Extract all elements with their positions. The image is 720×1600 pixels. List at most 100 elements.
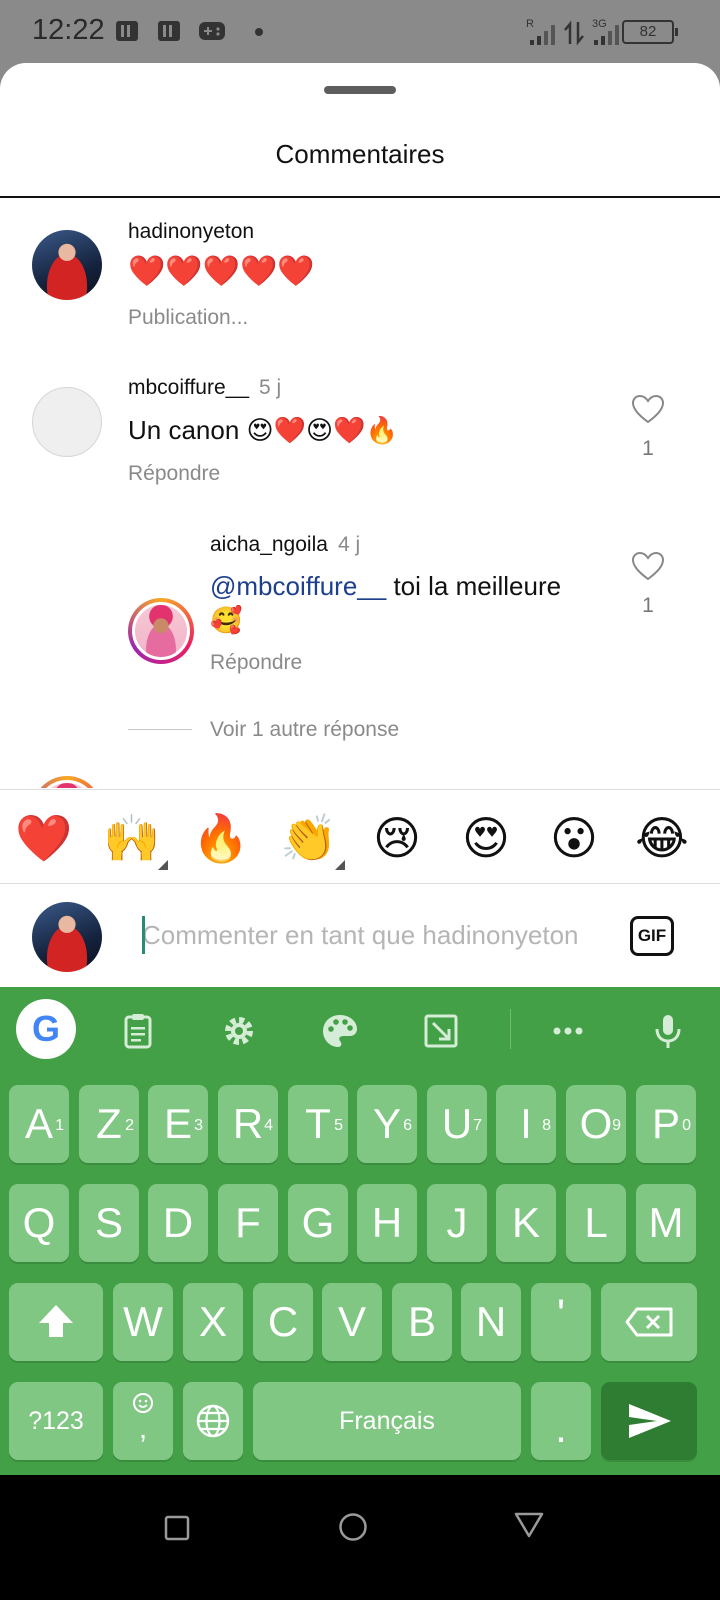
status-bar: 12:22 R 3G 82 [0,0,720,64]
palette-icon[interactable] [320,1011,360,1051]
avatar[interactable] [32,230,102,300]
send-key[interactable] [601,1382,697,1460]
key-y[interactable]: Y6 [357,1085,417,1163]
key-k[interactable]: K [496,1184,556,1262]
data-transfer-icon [564,20,584,46]
key-t[interactable]: T5 [288,1085,348,1163]
gamepad-icon [199,22,225,40]
reply-button[interactable]: Répondre [128,462,220,486]
keyboard: G A1 Z2 E3 R4 T5 Y6 U7 I8 O9 P0 Q S D F … [0,987,720,1475]
drag-handle[interactable] [324,86,396,94]
reply-text: @mbcoiffure__ toi la meilleure [210,571,562,601]
key-apostrophe[interactable]: ' [531,1283,591,1361]
emoji-heart[interactable]: ❤️ [14,810,74,866]
comment-text: ❤️❤️❤️❤️❤️ [128,255,315,288]
text-cursor [142,916,145,954]
square-icon[interactable] [164,1515,190,1541]
comment-composer: GIF [0,884,720,987]
mic-icon[interactable] [648,1011,688,1051]
story-avatar[interactable] [32,776,102,788]
google-icon[interactable]: G [16,999,76,1059]
comment-input[interactable] [142,914,612,956]
emoji-laughing[interactable]: 😂 [632,810,692,866]
key-q[interactable]: Q [9,1184,69,1262]
notification-dot [255,28,263,36]
signal-icon [594,25,619,45]
key-x[interactable]: X [183,1283,243,1361]
reply-username[interactable]: aicha_ngoila 4 j [210,533,360,557]
emoji-fire[interactable]: 🔥 [191,810,251,866]
emoji-raised-hands[interactable]: 🙌 [102,810,168,870]
heart-icon [631,394,665,424]
key-h[interactable]: H [357,1184,417,1262]
shift-key[interactable] [9,1283,103,1361]
send-icon [629,1404,671,1438]
key-g[interactable]: G [288,1184,348,1262]
key-r[interactable]: R4 [218,1085,278,1163]
emoji-comma-key[interactable]: , [113,1382,173,1460]
comment-time: 5 j [259,376,282,399]
view-more-replies[interactable]: Voir 1 autre réponse [210,718,399,742]
key-i[interactable]: I8 [496,1085,556,1163]
settings-icon[interactable] [219,1011,259,1051]
emoji-clap[interactable]: 👏 [279,810,345,870]
globe-icon [196,1404,230,1438]
key-o[interactable]: O9 [566,1085,626,1163]
sheet-title: Commentaires [275,139,445,169]
clipboard-icon[interactable] [118,1011,158,1051]
gif-button[interactable]: GIF [630,916,674,956]
reply-text-emoji: 🥰 [210,605,243,635]
key-p[interactable]: P0 [636,1085,696,1163]
comment-username[interactable]: mbcoiffure__ 5 j [128,376,281,400]
emoji-heart-eyes[interactable]: 😍 [456,810,516,866]
key-j[interactable]: J [427,1184,487,1262]
like-button[interactable]: 1 [626,394,670,461]
key-f[interactable]: F [218,1184,278,1262]
shift-icon [39,1305,73,1337]
comments-list[interactable]: hadinonyeton ❤️❤️❤️❤️❤️ Publication... m… [0,198,720,788]
emoji-surprised[interactable]: 😮 [544,810,604,866]
key-a[interactable]: A1 [9,1085,69,1163]
backspace-icon [625,1307,673,1337]
key-l[interactable]: L [566,1184,626,1262]
comment-username[interactable]: hadinonyeton [128,220,254,244]
key-w[interactable]: W [113,1283,173,1361]
space-key[interactable]: Français [253,1382,521,1460]
key-c[interactable]: C [253,1283,313,1361]
avatar[interactable] [32,387,102,457]
resize-icon[interactable] [421,1011,461,1051]
key-b[interactable]: B [392,1283,452,1361]
mention-link: @mbcoiffure__ [210,571,387,601]
more-icon[interactable] [548,1011,588,1051]
battery-level: 82 [639,23,657,40]
emoji-crying[interactable]: 😢 [367,810,427,866]
key-e[interactable]: E3 [148,1085,208,1163]
divider [128,729,192,730]
circle-icon[interactable] [338,1512,368,1542]
period-key[interactable]: . [531,1382,591,1460]
key-d[interactable]: D [148,1184,208,1262]
app-notification-icon [158,21,180,41]
divider [510,1009,511,1049]
reply-button[interactable]: Répondre [210,651,302,675]
heart-icon [631,551,665,581]
backspace-key[interactable] [601,1283,697,1361]
reply-time: 4 j [337,533,361,556]
navigation-bar [0,1475,720,1600]
battery-icon: 82 [622,20,678,44]
svg-text:G: G [32,1008,60,1049]
numbers-key[interactable]: ?123 [9,1382,103,1460]
comment-status: Publication... [128,306,249,329]
triangle-icon[interactable] [513,1510,545,1540]
language-key[interactable] [183,1382,243,1460]
key-u[interactable]: U7 [427,1085,487,1163]
key-n[interactable]: N [461,1283,521,1361]
like-button[interactable]: 1 [626,551,670,618]
key-m[interactable]: M [636,1184,696,1262]
key-z[interactable]: Z2 [79,1085,139,1163]
like-count: 1 [642,437,654,460]
story-avatar[interactable] [128,598,194,664]
key-s[interactable]: S [79,1184,139,1262]
comment-text: Un canon 😍❤️😍❤️🔥 [128,415,398,445]
key-v[interactable]: V [322,1283,382,1361]
